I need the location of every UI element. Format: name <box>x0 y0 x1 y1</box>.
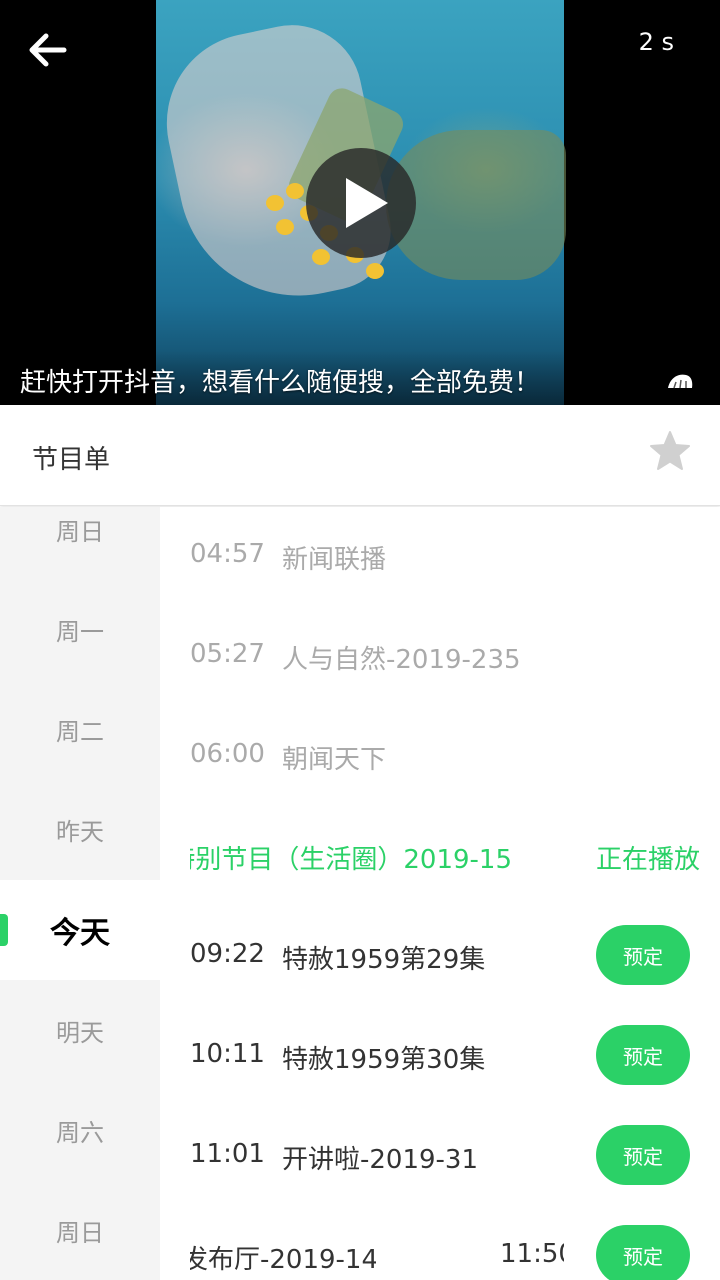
day-tab-label: 周六 <box>56 1118 104 1147</box>
day-tab[interactable]: 昨天 <box>0 779 160 879</box>
program-row[interactable]: 09:22 特赦1959第29集 预定 <box>160 907 720 1007</box>
now-playing-label: 正在播放 <box>596 845 701 875</box>
program-row[interactable]: 发布厅-2019-14 11:50 预定 <box>160 1207 720 1280</box>
day-tab[interactable]: 周六 <box>0 1080 160 1180</box>
day-tab[interactable]: 周一 <box>0 579 160 679</box>
active-indicator <box>0 914 8 946</box>
program-row[interactable]: 11:01 开讲啦-2019-31 预定 <box>160 1107 720 1207</box>
program-time: 10:11 <box>190 1039 265 1069</box>
day-tab-label: 周日 <box>56 517 104 546</box>
program-title: -特别节目（生活圈）2019-15 <box>190 845 513 875</box>
favorite-button[interactable] <box>646 428 694 476</box>
schedule-header: 节目单 <box>0 405 720 506</box>
program-title: 人与自然-2019-235 <box>282 645 521 675</box>
program-title-clip: 发布厅-2019-14 <box>190 1239 376 1276</box>
program-row[interactable]: 06:00 朝闻天下 <box>160 707 720 807</box>
arrow-left-icon <box>29 33 67 67</box>
day-tab[interactable]: 周二 <box>0 679 160 779</box>
day-tab-label: 周日 <box>56 1218 104 1247</box>
ad-banner-text[interactable]: 赶快打开抖音，想看什么随便搜，全部免费！ <box>20 362 540 399</box>
play-button[interactable] <box>306 148 416 258</box>
program-row[interactable]: 04:57 新闻联播 <box>160 507 720 607</box>
program-title: 特赦1959第30集 <box>282 1045 486 1075</box>
program-time: 06:00 <box>190 739 265 769</box>
day-tab-label: 明天 <box>56 1018 104 1047</box>
program-time: 11:50 <box>500 1239 564 1269</box>
program-list: 04:57 新闻联播 05:27 人与自然-2019-235 06:00 朝闻天… <box>160 507 720 1280</box>
reserve-button[interactable]: 预定 <box>596 1225 690 1280</box>
reserve-button[interactable]: 预定 <box>596 1025 690 1085</box>
program-time: 04:57 <box>190 539 265 569</box>
program-title: 新闻联播 <box>282 545 387 575</box>
day-tabs: 周日 周一 周二 昨天 今天 明天 周六 周日 <box>0 507 160 1280</box>
program-title: 发布厅-2019-14 <box>190 1245 376 1275</box>
play-icon <box>346 178 388 228</box>
reserve-button[interactable]: 预定 <box>596 925 690 985</box>
ad-countdown: 2 s <box>638 28 674 56</box>
star-icon <box>650 431 690 470</box>
day-tab-label: 周一 <box>56 617 104 646</box>
day-tab-label: 今天 <box>50 916 110 951</box>
day-tab-label: 昨天 <box>56 817 104 846</box>
back-button[interactable] <box>24 30 72 70</box>
reserve-button[interactable]: 预定 <box>596 1125 690 1185</box>
day-tab[interactable]: 明天 <box>0 980 160 1080</box>
program-title: 特赦1959第29集 <box>282 945 486 975</box>
day-tab[interactable]: 周日 <box>0 1180 160 1280</box>
program-row[interactable]: 05:27 人与自然-2019-235 <box>160 607 720 707</box>
platform-logo-icon <box>668 374 693 389</box>
program-title-marquee: -特别节目（生活圈）2019-15 <box>190 839 562 876</box>
program-title: 开讲啦-2019-31 <box>282 1145 479 1175</box>
program-row-playing[interactable]: -特别节目（生活圈）2019-15 正在播放 <box>160 807 720 907</box>
day-tab-label: 周二 <box>56 717 104 746</box>
day-tab-today[interactable]: 今天 <box>0 880 160 980</box>
program-time: 05:27 <box>190 639 265 669</box>
program-row[interactable]: 10:11 特赦1959第30集 预定 <box>160 1007 720 1107</box>
program-title: 朝闻天下 <box>282 745 387 775</box>
page-title: 节目单 <box>32 445 111 475</box>
program-time: 09:22 <box>190 939 265 969</box>
day-tab[interactable]: 周日 <box>0 507 160 579</box>
program-time: 11:01 <box>190 1139 265 1169</box>
video-player[interactable]: 2 s 赶快打开抖音，想看什么随便搜，全部免费！ <box>0 0 720 405</box>
